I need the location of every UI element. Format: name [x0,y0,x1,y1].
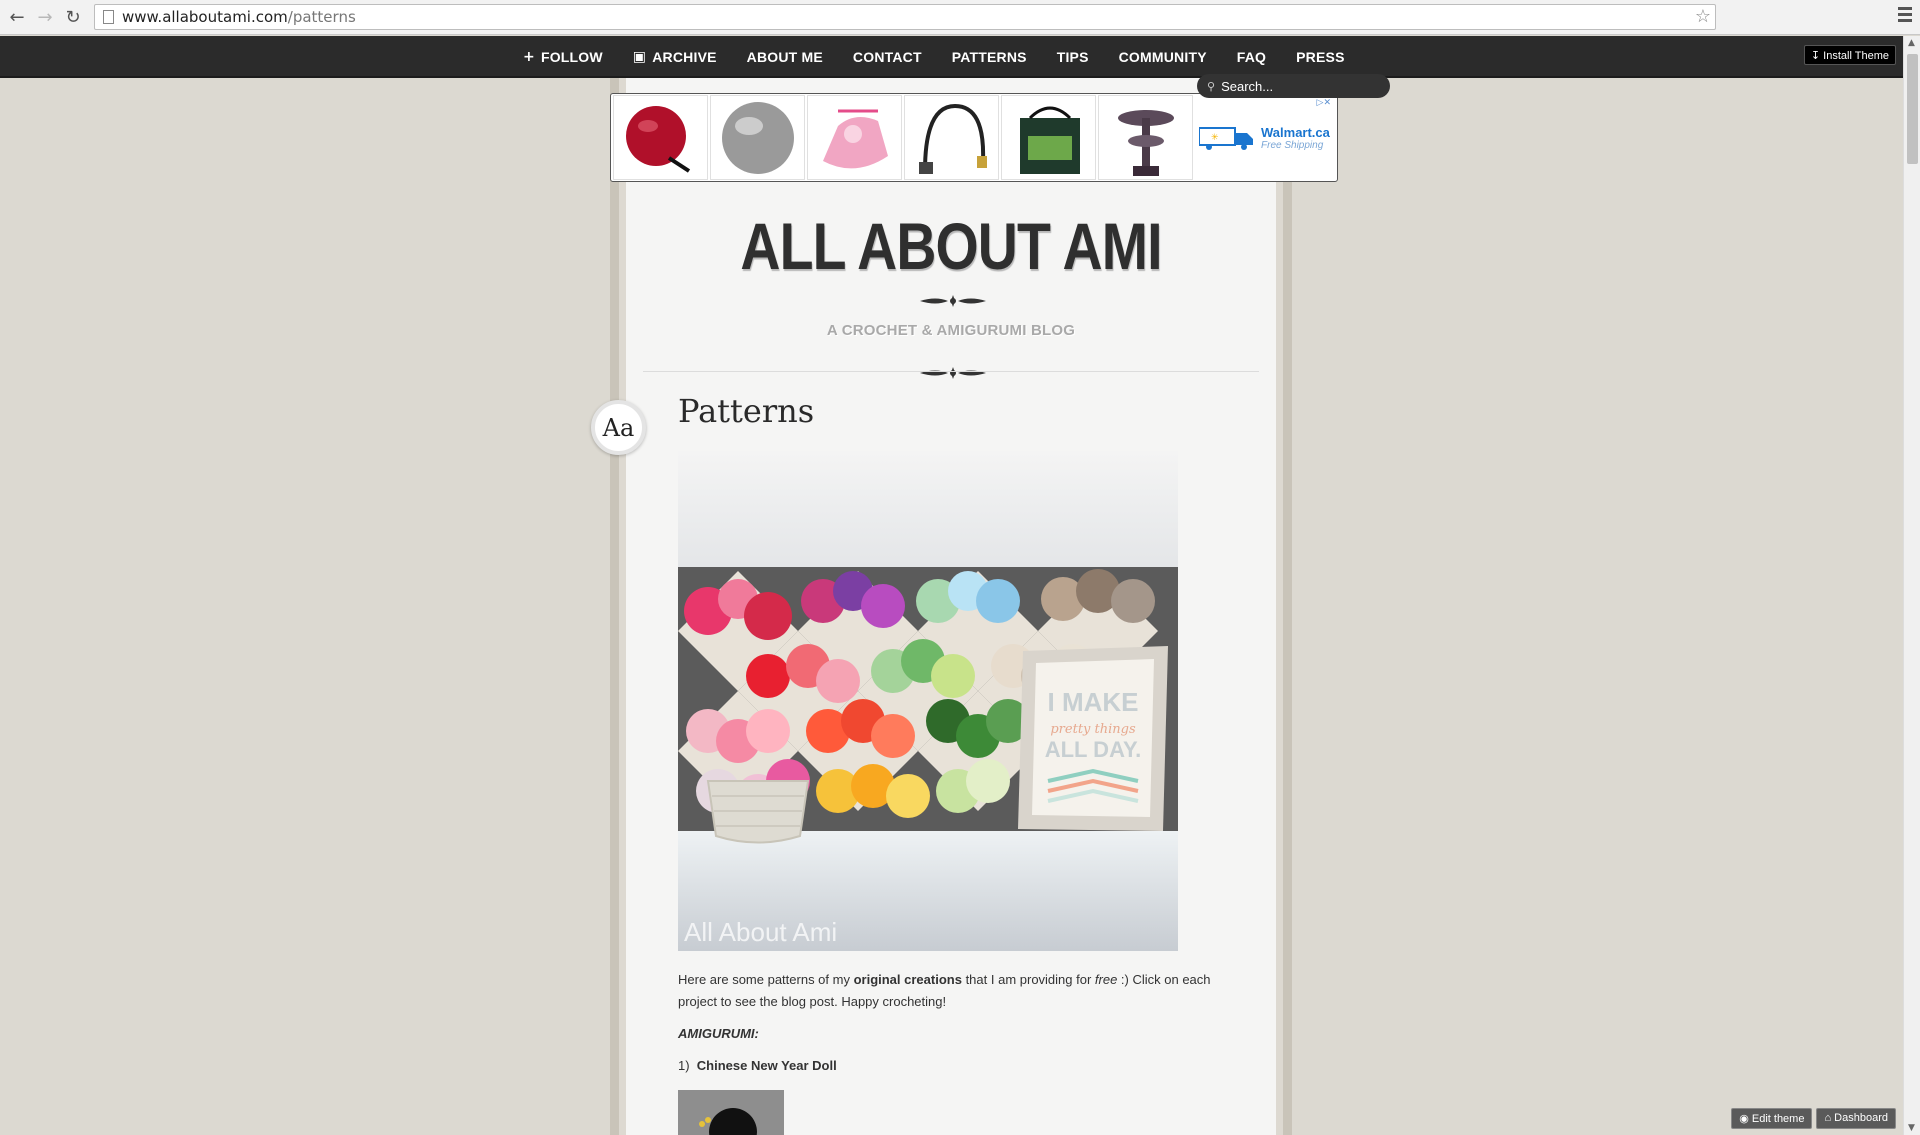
svg-text:✳: ✳ [1211,133,1219,143]
ad-product-baby-rocker[interactable] [807,95,902,180]
ad-product-grey-ball[interactable] [710,95,805,180]
address-bar[interactable]: www.allaboutami.com/patterns ☆ [94,4,1716,30]
bookmark-star-icon[interactable]: ☆ [1695,6,1711,27]
ad-close-icon[interactable]: ▷✕ [1317,97,1331,108]
print-line-1: I MAKE [1048,687,1139,717]
nav-faq[interactable]: FAQ [1222,49,1281,65]
nav-follow[interactable]: + FOLLOW [508,49,618,65]
intro-text-2: that I am providing for [961,972,1095,987]
scroll-up-icon[interactable]: ▲ [1908,38,1915,48]
pattern-link-chinese-new-year-doll[interactable]: Chinese New Year Doll [697,1058,837,1073]
browser-menu-icon[interactable] [1898,7,1912,25]
ad-product-hose[interactable] [904,95,999,180]
intro-text-1: Here are some patterns of my [678,972,854,987]
nav-community[interactable]: COMMUNITY [1104,49,1222,65]
tumblr-controls: ◉ Edit theme ⌂ Dashboard [1727,1108,1896,1129]
scroll-down-icon[interactable]: ▼ [1908,1123,1915,1133]
item-number: 1) [678,1058,690,1073]
install-theme-label: Install Theme [1823,50,1889,62]
intro-italic: free [1094,972,1118,987]
post-title[interactable]: Patterns [678,392,814,430]
nav-follow-label: FOLLOW [540,49,603,65]
scrollbar-thumb[interactable] [1907,54,1918,164]
truck-icon: ✳ [1199,126,1253,150]
search-icon: ⚲ [1207,79,1216,93]
post-body: Here are some patterns of my original cr… [678,969,1248,1087]
pattern-thumbnail-doll[interactable] [678,1090,784,1135]
dashboard-label: Dashboard [1834,1112,1888,1124]
eye-icon: ◉ [1739,1113,1752,1125]
ad-banner[interactable]: ✳ Walmart.ca Free Shipping ▷✕ [610,93,1338,182]
browser-toolbar: ← → ↻ www.allaboutami.com/patterns ☆ [0,0,1920,35]
vertical-scrollbar[interactable]: ▲ ▼ [1903,36,1920,1135]
search-placeholder: Search... [1221,78,1274,94]
nav-patterns[interactable]: PATTERNS [937,49,1042,65]
nav-press[interactable]: PRESS [1281,49,1359,65]
walmart-name: Walmart.ca [1261,124,1330,140]
plus-icon: + [523,49,535,65]
header-divider [643,371,1259,372]
walmart-tagline: Free Shipping [1261,139,1324,151]
flourish-ornament-icon [920,295,986,307]
blog-top-nav: + FOLLOW ▣ ARCHIVE ABOUT ME CONTACT PATTER… [0,36,1920,78]
back-arrow-icon[interactable]: ← [6,6,28,28]
edit-theme-button[interactable]: ◉ Edit theme [1731,1108,1813,1129]
nav-contact[interactable]: CONTACT [838,49,937,65]
intro-bold: original creations [853,972,962,987]
print-line-3: ALL DAY. [1045,737,1142,762]
blog-title[interactable]: ALL ABOUT AMI [678,208,1224,284]
search-input[interactable]: ⚲ Search... [1197,74,1390,98]
print-line-2: pretty things [1050,722,1136,737]
nav-about-me[interactable]: ABOUT ME [732,49,838,65]
nav-archive[interactable]: ▣ ARCHIVE [618,49,732,65]
yarn-shelf-photo: I MAKE pretty things ALL DAY. All About … [678,451,1178,951]
page-icon [103,10,114,24]
forward-arrow-icon[interactable]: → [34,6,56,28]
download-icon: ↧ [1810,50,1824,62]
nav-archive-label: ARCHIVE [652,49,717,65]
intro-paragraph: Here are some patterns of my original cr… [678,969,1248,1013]
ad-product-red-ball[interactable] [613,95,708,180]
home-icon: ⌂ [1824,1112,1835,1124]
url-path: /patterns [287,8,356,26]
divider-ornament-icon [920,367,986,379]
section-heading-amigurumi: AMIGURUMI: [678,1026,759,1041]
nav-tips[interactable]: TIPS [1042,49,1104,65]
pattern-list-item: 1) Chinese New Year Doll [678,1055,1248,1077]
ad-product-cooler-bag[interactable] [1001,95,1096,180]
walmart-ad[interactable]: ✳ Walmart.ca Free Shipping ▷✕ [1195,95,1335,180]
font-size-toggle-button[interactable]: Aa [591,400,646,455]
ad-product-fountain[interactable] [1098,95,1193,180]
url-host: www.allaboutami.com [122,8,288,26]
book-icon: ▣ [632,49,647,65]
dashboard-button[interactable]: ⌂ Dashboard [1816,1108,1896,1129]
blog-tagline: A CROCHET & AMIGURUMI BLOG [826,322,1076,339]
edit-theme-label: Edit theme [1751,1113,1805,1125]
install-theme-button[interactable]: ↧ Install Theme [1803,45,1896,65]
photo-watermark: All About Ami [684,917,837,947]
reload-icon[interactable]: ↻ [62,6,84,28]
